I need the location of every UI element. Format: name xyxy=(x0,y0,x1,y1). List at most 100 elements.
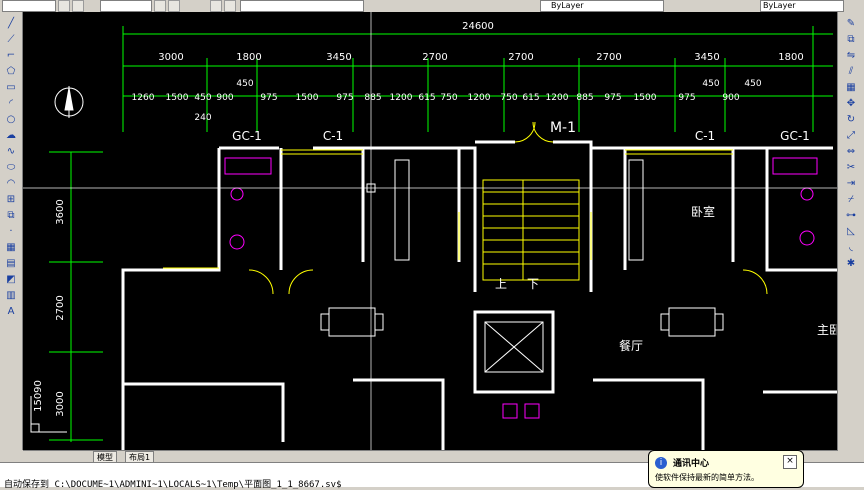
ellipse-arc-icon[interactable]: ◠ xyxy=(5,178,17,190)
multiline-text-icon[interactable]: A xyxy=(5,306,17,318)
layer-state-icon[interactable] xyxy=(210,0,222,12)
break-icon[interactable]: ⌿ xyxy=(845,194,857,206)
dim-row3: 1500 xyxy=(296,93,319,103)
table-icon[interactable]: ▥ xyxy=(5,290,17,302)
label-gc1-right: GC-1 xyxy=(780,129,810,143)
linetype-combo[interactable]: ByLayer xyxy=(540,0,664,12)
dim-row3: 975 xyxy=(678,93,695,103)
dim-row3: 975 xyxy=(604,93,621,103)
dim-row3: 750 xyxy=(500,93,517,103)
dim-row3: 975 xyxy=(336,93,353,103)
toolbar-button[interactable] xyxy=(168,0,180,12)
line-icon[interactable]: ╱ xyxy=(5,18,17,30)
layer-combo[interactable] xyxy=(240,0,364,12)
dim-row3: 450 xyxy=(702,79,719,89)
label-bedroom: 卧室 xyxy=(691,204,715,219)
bathroom-fixtures xyxy=(224,157,818,419)
dim-row3: 450 xyxy=(194,93,211,103)
lineweight-combo[interactable]: ByLayer xyxy=(760,0,844,12)
style-combo[interactable] xyxy=(100,0,152,12)
kitchen-fixtures xyxy=(394,159,644,261)
join-icon[interactable]: ⊶ xyxy=(845,210,857,222)
dim-row3: 1500 xyxy=(166,93,189,103)
dining-table-left xyxy=(320,307,384,337)
floor-plan-drawing[interactable]: 24600 3000 1800 3450 2700 2700 2700 3450… xyxy=(23,12,838,450)
copy-icon[interactable]: ⧉ xyxy=(845,34,857,46)
arc-icon[interactable]: ◜ xyxy=(5,98,17,110)
dim-row3: 615 xyxy=(522,93,539,103)
gradient-icon[interactable]: ▤ xyxy=(5,258,17,270)
dim-row3: 450 xyxy=(236,79,253,89)
communication-center-balloon[interactable]: i 通讯中心 使软件保持最新的简单方法。 × xyxy=(648,450,804,488)
dim-row3: 1200 xyxy=(390,93,413,103)
construction-line-icon[interactable]: ⟋ xyxy=(5,34,17,46)
dim-row3: 885 xyxy=(576,93,593,103)
mirror-icon[interactable]: ⇋ xyxy=(845,50,857,62)
command-path: C:\DOCUME~1\ADMINI~1\LOCALS~1\Temp\平面图_1… xyxy=(54,480,342,490)
chamfer-icon[interactable]: ◺ xyxy=(845,226,857,238)
polygon-icon[interactable]: ⬠ xyxy=(5,66,17,78)
dim-row3: 450 xyxy=(744,79,761,89)
point-icon[interactable]: · xyxy=(5,226,17,238)
dim-row2: 2700 xyxy=(596,52,621,63)
dim-row2: 3000 xyxy=(158,52,183,63)
dim-240: 240 xyxy=(194,113,211,123)
stretch-icon[interactable]: ⇔ xyxy=(845,146,857,158)
dim-row2: 1800 xyxy=(236,52,261,63)
dim-row3: 975 xyxy=(260,93,277,103)
draw-toolbar: ╱ ⟋ ⌐ ⬠ ▭ ◜ ○ ☁ ∿ ⬭ ◠ ⊞ ⧉ · ▦ ▤ ◩ ▥ A xyxy=(0,12,23,450)
elevator-shaft xyxy=(484,321,544,373)
workspace-combo[interactable] xyxy=(2,0,56,12)
layer-freeze-icon[interactable] xyxy=(224,0,236,12)
rectangle-icon[interactable]: ▭ xyxy=(5,82,17,94)
toolbar-button[interactable] xyxy=(154,0,166,12)
dim-row2: 2700 xyxy=(508,52,533,63)
ellipse-icon[interactable]: ⬭ xyxy=(5,162,17,174)
north-arrow-icon xyxy=(54,86,84,118)
balloon-body[interactable]: 使软件保持最新的简单方法。 xyxy=(655,472,759,483)
modify-toolbar: ✎ ⧉ ⇋ ⫽ ▦ ✥ ↻ ⤢ ⇔ ✂ ⇥ ⌿ ⊶ ◺ ◟ ✱ xyxy=(837,12,864,450)
info-icon: i xyxy=(655,457,667,469)
dim-row3: 900 xyxy=(216,93,233,103)
scale-icon[interactable]: ⤢ xyxy=(845,130,857,142)
rotate-icon[interactable]: ↻ xyxy=(845,114,857,126)
dim-row3: 1200 xyxy=(468,93,491,103)
extend-icon[interactable]: ⇥ xyxy=(845,178,857,190)
offset-icon[interactable]: ⫽ xyxy=(845,66,857,78)
trim-icon[interactable]: ✂ xyxy=(845,162,857,174)
region-icon[interactable]: ◩ xyxy=(5,274,17,286)
make-block-icon[interactable]: ⧉ xyxy=(5,210,17,222)
fillet-icon[interactable]: ◟ xyxy=(845,242,857,254)
dim-row3: 885 xyxy=(364,93,381,103)
erase-icon[interactable]: ✎ xyxy=(845,18,857,30)
move-icon[interactable]: ✥ xyxy=(845,98,857,110)
circle-icon[interactable]: ○ xyxy=(5,114,17,126)
dim-row3: 750 xyxy=(440,93,457,103)
left-dim: 2700 xyxy=(55,295,66,320)
drawing-canvas[interactable]: 24600 3000 1800 3450 2700 2700 2700 3450… xyxy=(23,12,838,450)
explode-icon[interactable]: ✱ xyxy=(845,258,857,270)
label-c1-left: C-1 xyxy=(323,129,343,143)
polyline-icon[interactable]: ⌐ xyxy=(5,50,17,62)
toolbar-button[interactable] xyxy=(58,0,70,12)
spline-icon[interactable]: ∿ xyxy=(5,146,17,158)
label-master: 主卧 xyxy=(817,323,838,337)
array-icon[interactable]: ▦ xyxy=(845,82,857,94)
label-m1: M-1 xyxy=(550,120,576,136)
label-c1-right: C-1 xyxy=(695,129,715,143)
left-dim: 3000 xyxy=(55,391,66,416)
label-gc1-left: GC-1 xyxy=(232,129,262,143)
close-icon[interactable]: × xyxy=(783,455,797,469)
insert-block-icon[interactable]: ⊞ xyxy=(5,194,17,206)
dim-row2: 3450 xyxy=(326,52,351,63)
dim-row3: 1200 xyxy=(546,93,569,103)
dim-row3: 615 xyxy=(418,93,435,103)
label-down: 下 xyxy=(527,277,539,291)
hatch-icon[interactable]: ▦ xyxy=(5,242,17,254)
dining-table-right xyxy=(660,307,724,337)
dim-row3: 900 xyxy=(722,93,739,103)
revcloud-icon[interactable]: ☁ xyxy=(5,130,17,142)
dim-row3: 1260 xyxy=(132,93,155,103)
room-labels: GC-1 C-1 M-1 C-1 GC-1 卧室 上 下 餐厅 主卧 xyxy=(232,120,838,353)
toolbar-button[interactable] xyxy=(72,0,84,12)
